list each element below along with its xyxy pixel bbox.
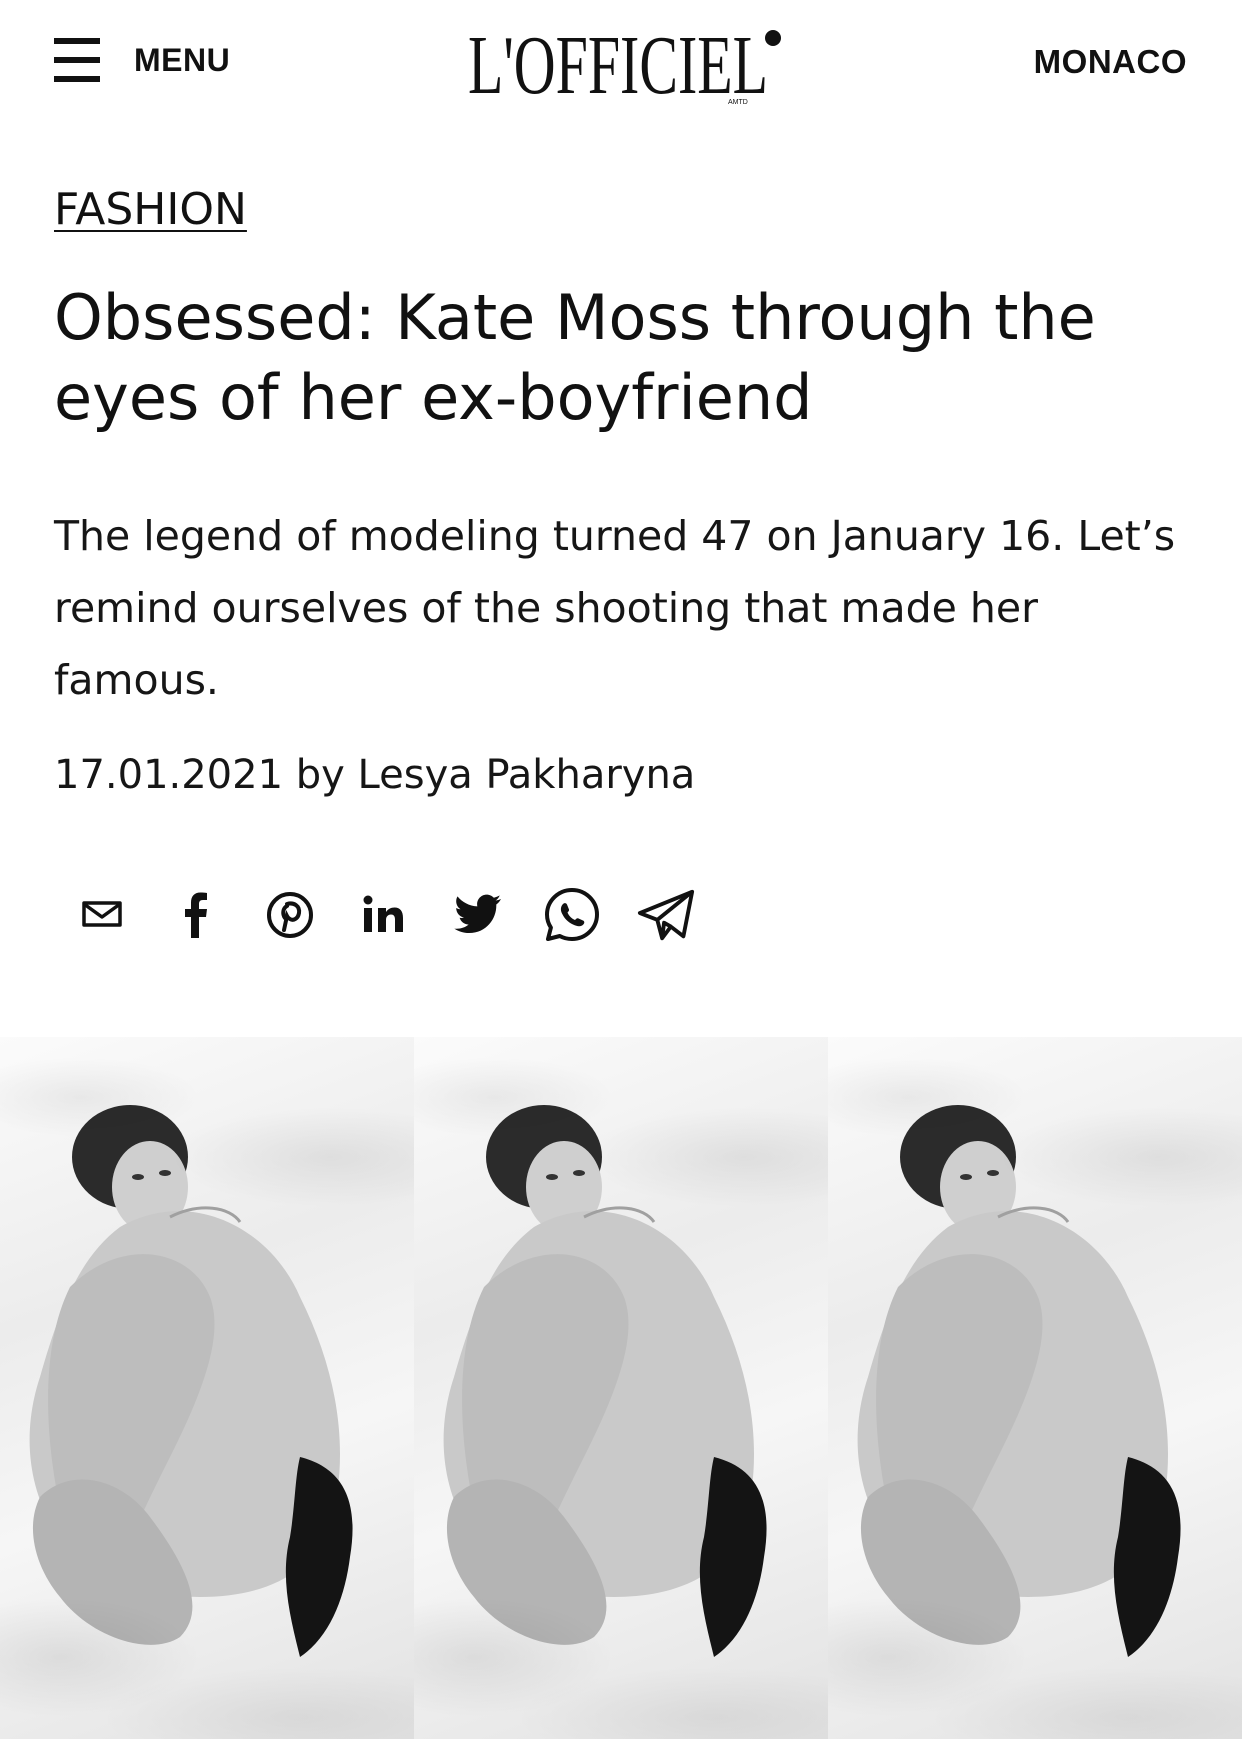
hero-photo-panel <box>414 1037 828 1739</box>
telegram-icon <box>637 889 695 941</box>
article-title: Obsessed: Kate Moss through the eyes of … <box>54 281 1096 434</box>
twitter-icon <box>454 894 501 933</box>
site-logo[interactable]: L'OFFICIEL AMTD <box>466 18 786 108</box>
menu-label: MENU <box>134 41 231 78</box>
author-name[interactable]: Lesya Pakharyna <box>358 752 696 798</box>
byline: 17.01.2021 by Lesya Pakharyna <box>54 752 695 798</box>
share-telegram-button[interactable] <box>636 885 696 945</box>
share-linkedin-button[interactable] <box>354 885 414 945</box>
article-lede: The legend of modeling turned 47 on Janu… <box>54 512 1176 704</box>
share-twitter-button[interactable] <box>448 885 508 945</box>
logo-wordmark: L'OFFICIEL <box>468 19 768 108</box>
pinterest-icon <box>267 892 313 938</box>
hero-image <box>0 1037 1242 1739</box>
share-facebook-button[interactable] <box>166 885 226 945</box>
whatsapp-icon <box>545 888 599 941</box>
region-link[interactable]: MONACO <box>1034 43 1187 81</box>
publish-date: 17.01.2021 <box>54 752 284 798</box>
facebook-icon <box>185 892 207 938</box>
share-bar <box>72 880 696 950</box>
site-header: MENU L'OFFICIEL AMTD MONACO <box>0 0 1242 130</box>
logo-emblem <box>765 30 781 46</box>
category-link[interactable]: FASHION <box>54 184 247 235</box>
share-pinterest-button[interactable] <box>260 885 320 945</box>
logo-subtext: AMTD <box>728 99 748 106</box>
photo-illustration <box>29 1105 353 1657</box>
menu-button[interactable]: MENU <box>52 30 230 90</box>
hero-photo-panel <box>0 1037 414 1739</box>
photo-illustration <box>857 1105 1181 1657</box>
mail-icon <box>82 901 122 927</box>
share-email-button[interactable] <box>72 885 132 945</box>
photo-illustration <box>443 1105 767 1657</box>
byline-prefix: by <box>295 752 345 798</box>
share-whatsapp-button[interactable] <box>542 885 602 945</box>
linkedin-icon <box>363 895 403 932</box>
hero-photo-panel <box>828 1037 1242 1739</box>
hamburger-icon <box>52 34 102 86</box>
